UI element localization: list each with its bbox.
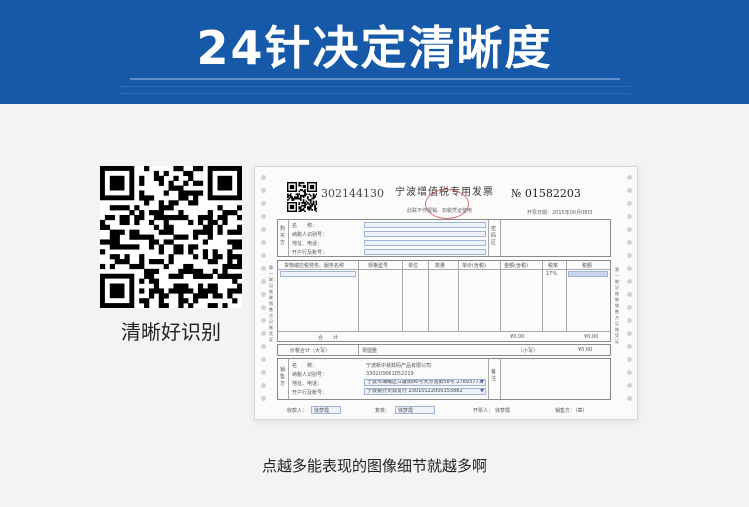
invoice-qr-icon	[287, 182, 317, 212]
seller-section: 销售方 名 称： 纳税人识别号： 地址、电话： 开户行及账号： 宁波新中易数码产…	[277, 358, 611, 400]
total-amount: ¥0.00	[510, 334, 525, 340]
side-label-right: 第一联：记账联 销售方记账凭证	[615, 267, 623, 344]
banner-title: 24针决定清晰度	[196, 21, 553, 75]
buyer-section: 购买方 名 称： 纳税人识别号： 地址、电话： 开户行及账号： 密码区	[277, 219, 611, 257]
seller-sign-label: 销售方：（章）	[555, 408, 588, 414]
reviewer-label: 复核：	[375, 408, 391, 414]
buyer-address-input[interactable]	[364, 240, 486, 246]
payee-value: 徐梦霞	[314, 408, 330, 414]
drawer-label: 开票人：	[473, 408, 494, 414]
qr-caption: 清晰好识别	[121, 320, 221, 344]
buyer-name-input[interactable]	[364, 222, 486, 228]
banner-divider	[130, 78, 620, 80]
chevron-down-icon: ▼	[480, 388, 484, 394]
red-seal-stamp	[425, 189, 469, 219]
invoice-sample: 302144130 宁波增值税专用发票 此联不作报销、扣税凭证使用 № 0158…	[254, 166, 638, 420]
total-tax: ¥0.00	[584, 334, 599, 340]
in-words-value: 零圆整	[362, 348, 378, 354]
in-words-label: 价税合计（大写）	[290, 348, 331, 354]
lower-case-value: ¥0.00	[578, 347, 593, 353]
buyer-name-label: 名 称：	[292, 223, 318, 229]
items-header-price: 单价(含税)	[462, 263, 486, 269]
buyer-bank-input[interactable]	[364, 249, 486, 255]
lower-case-label: （小写）	[518, 348, 539, 354]
remarks-label: 备注	[491, 369, 497, 382]
reviewer-value: 徐梦霞	[398, 408, 414, 414]
banner: 24针决定清晰度	[0, 0, 749, 104]
items-table: 货物或应税劳务、服务名称 规格型号 单位 数量 单价(含税) 金额(含税) 税率…	[277, 260, 611, 342]
drawer-value: 徐梦霞	[495, 408, 511, 414]
items-header-name: 货物或应税劳务、服务名称	[284, 263, 345, 269]
item-tax-rate: 17%	[546, 271, 558, 277]
seller-bank-label: 开户行及账号：	[292, 390, 328, 396]
invoice-number: № 01582203	[511, 187, 581, 200]
chevron-down-icon: ▼	[480, 379, 484, 385]
items-header-amount: 金额(含税)	[504, 263, 528, 269]
seller-address-label: 地址、电话：	[292, 381, 323, 387]
payee-label: 收款人：	[287, 408, 308, 414]
buyer-tax-label: 纳税人识别号：	[292, 232, 328, 238]
items-header-tax-rate: 税率	[548, 263, 559, 269]
footer-caption: 点越多能表现的图像细节就越多啊	[261, 457, 487, 475]
invoice-issue-date: 开票日期：2015年06月08日	[527, 210, 593, 216]
tractor-feed-holes-right	[625, 175, 633, 415]
seller-name-label: 名 称：	[292, 363, 318, 369]
password-area-label: 密码区	[491, 226, 497, 246]
banner-fine-print-decoration	[120, 86, 630, 94]
total-label: 合 计	[318, 335, 339, 341]
item-tax-input[interactable]	[568, 271, 608, 277]
buyer-section-label: 购买方	[280, 226, 286, 246]
seller-bank-select[interactable]: 宁波银行天源支行 23010122000155882 ▼	[364, 388, 486, 395]
reviewer-input[interactable]: 徐梦霞	[395, 406, 435, 414]
qr-code-image	[100, 166, 243, 309]
total-in-words-row: 价税合计（大写） 零圆整 （小写） ¥0.00	[277, 344, 611, 356]
buyer-tax-input[interactable]	[364, 231, 486, 237]
invoice-subtitle: 此联不作报销、扣税凭证使用	[407, 208, 473, 214]
invoice-code: 302144130	[321, 187, 384, 200]
buyer-address-label: 地址、电话：	[292, 241, 323, 247]
tractor-feed-holes-left	[259, 175, 267, 415]
items-header-spec: 规格型号	[368, 263, 389, 269]
item-name-input[interactable]	[280, 271, 356, 277]
seller-bank-value: 宁波银行天源支行 23010122000155882	[367, 388, 463, 394]
invoice-number-prefix: №	[511, 187, 522, 200]
seller-address-select[interactable]: 宁波市海曙区江厦街86号大沙泥街58号 27893773 ▼	[364, 379, 486, 386]
seller-tax-label: 纳税人识别号：	[292, 372, 328, 378]
items-header-tax: 税额	[582, 263, 593, 269]
seller-address-value: 宁波市海曙区江厦街86号大沙泥街58号 27893773	[367, 379, 482, 385]
seller-tax-value: 330203661052219	[366, 371, 414, 377]
qr-code-icon	[100, 166, 243, 309]
invoice-number-value: 01582203	[524, 187, 581, 200]
items-header-unit: 单位	[408, 263, 419, 269]
payee-input[interactable]: 徐梦霞	[311, 406, 341, 414]
seller-name-value: 宁波新中易数码产品有限公司	[366, 363, 432, 369]
seller-section-label: 销售方	[280, 367, 286, 387]
buyer-bank-label: 开户行及账号：	[292, 250, 328, 256]
side-label-left: 第一联：记账联 销售方记账凭证	[269, 265, 277, 342]
items-header-qty: 数量	[435, 263, 446, 269]
